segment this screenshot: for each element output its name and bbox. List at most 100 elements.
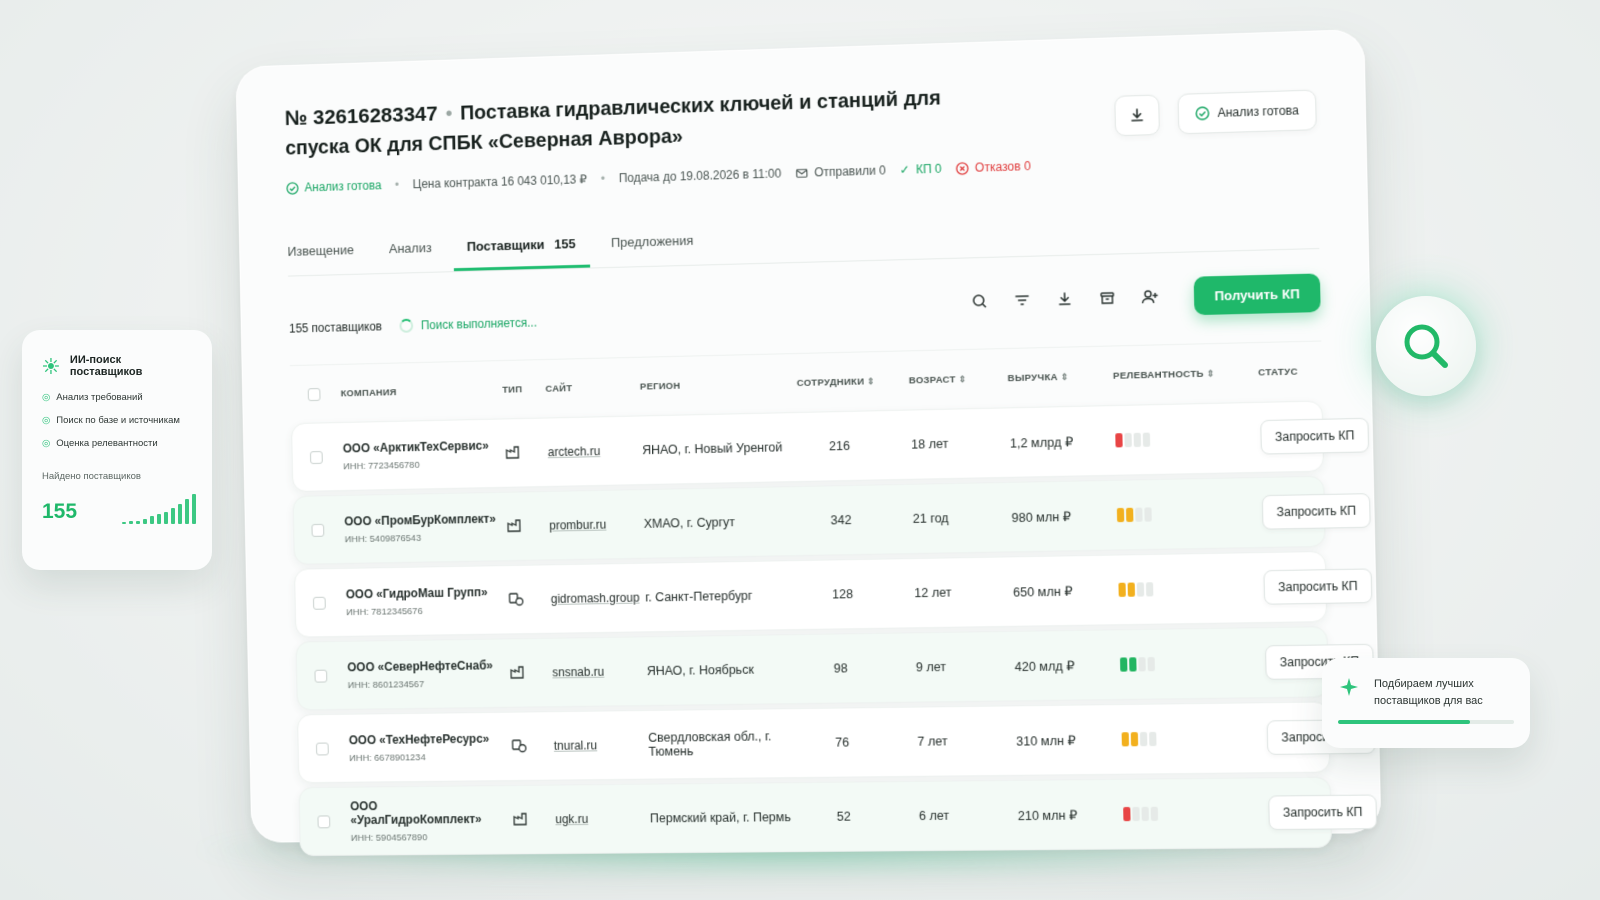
company-name: ООО «АрктикТехСервис» [343,438,505,455]
tab-analysis[interactable]: Анализ [389,240,432,273]
company-revenue: 210 млн ₽ [1018,807,1124,823]
company-age: 12 лет [914,585,1013,601]
magnifier-icon [1399,319,1453,373]
relevance-segment [1132,807,1139,821]
company-region: Свердловская обл., г. Тюмень [648,729,805,759]
col-employees[interactable]: СОТРУДНИКИ [797,375,909,389]
relevance-indicator [1123,806,1269,822]
tab-notice[interactable]: Извещение [287,242,354,275]
table-row[interactable]: ООО «ПромБурКомплект» ИНН: 5409876543 prom… [293,476,1326,565]
table-row[interactable]: ООО «УралГидроКомплект» ИНН: 5904567890 ug… [299,777,1333,856]
relevance-segment [1131,732,1138,746]
company-revenue: 310 млн ₽ [1016,732,1122,748]
step-requirements: Анализ требований [56,392,142,403]
relevance-segment [1148,657,1155,671]
row-checkbox[interactable] [311,523,324,536]
spinner-icon [399,319,413,333]
table-row[interactable]: ООО «СеверНефтеСнаб» ИНН: 8601234567 snsna… [296,626,1329,710]
table-row[interactable]: ООО «ГидроМаш Групп» ИНН: 7812345676 gidro… [294,551,1327,638]
company-name: ООО «ТехНефтеРесурс» [349,731,511,747]
search-status: Поиск выполняется... [421,316,537,333]
relevance-segment [1134,433,1141,447]
factory-icon [509,663,553,682]
company-age: 21 год [913,510,1012,526]
relevance-segment [1149,732,1156,746]
company-site-link[interactable]: tnural.ru [554,738,649,753]
add-user-icon[interactable] [1139,286,1162,309]
relevance-indicator [1120,655,1265,671]
mail-icon [795,166,808,179]
company-region: ЯНАО, г. Новый Уренгой [642,440,799,457]
ai-search-card: ИИ-поиск поставщиков ◎ Анализ требований … [22,330,212,570]
company-employees: 342 [800,512,912,528]
search-icon[interactable] [968,290,991,313]
col-age[interactable]: ВОЗРАСТ [909,373,1008,386]
company-name: ООО «ПромБурКомплект» [344,511,506,528]
tab-offers[interactable]: Предложения [611,233,694,267]
get-kp-button[interactable]: Получить КП [1194,273,1321,315]
tab-suppliers[interactable]: Поставщики 155 [453,236,590,271]
request-kp-button[interactable]: Запросить КП [1263,568,1372,604]
relevance-indicator [1117,505,1262,522]
company-employees: 128 [802,586,914,602]
analysis-ready-button[interactable]: Анализ готова [1177,90,1317,135]
relevance-segment [1123,807,1130,821]
request-kp-button[interactable]: Запросить КП [1262,493,1371,530]
company-inn: ИНН: 8601234567 [348,677,510,690]
col-relevance[interactable]: РЕЛЕВАНТНОСТЬ [1113,367,1258,381]
company-region: ХМАО, г. Сургут [644,514,801,531]
submission-deadline: Подача до 19.08.2026 в 11:00 [619,166,782,185]
matching-progress [1338,720,1514,724]
factory-icon [504,443,548,463]
analysis-status: Анализ готова [304,178,381,194]
service-icon [507,590,551,610]
col-company: КОМПАНИЯ [341,384,503,399]
matching-line-2: поставщиков для вас [1374,693,1483,710]
col-revenue[interactable]: ВЫРУЧКА [1007,370,1113,384]
service-icon [511,736,555,755]
checkmark-icon: ✓ [900,163,910,177]
company-site-link[interactable]: prombur.ru [549,517,644,533]
relevance-indicator [1122,731,1268,747]
row-checkbox[interactable] [317,815,330,828]
relevance-segment [1128,583,1135,597]
row-checkbox[interactable] [313,596,326,609]
company-cell: ООО «УралГидроКомплект» ИНН: 5904567890 [350,797,513,843]
row-checkbox[interactable] [314,669,327,682]
check-circle-icon: ◎ [42,415,50,426]
archive-icon[interactable] [1096,287,1119,310]
request-kp-button[interactable]: Запросить КП [1268,794,1377,830]
select-all-checkbox[interactable] [308,388,321,401]
company-revenue: 650 млн ₽ [1013,582,1119,599]
suppliers-table: КОМПАНИЯ ТИП САЙТ РЕГИОН СОТРУДНИКИ ВОЗР… [290,340,1332,856]
company-site-link[interactable]: gidromash.group [551,591,646,606]
relevance-segment [1135,508,1142,522]
company-age: 18 лет [911,436,1010,452]
toolbar: 155 поставщиков Поиск выполняется... Пол… [288,273,1320,337]
company-inn: ИНН: 6678901234 [349,751,511,764]
company-employees: 98 [804,660,916,676]
download-button[interactable] [1114,94,1160,136]
col-type: ТИП [502,383,545,395]
filter-icon[interactable] [1011,289,1034,312]
company-region: г. Санкт-Петербург [645,588,802,605]
found-label: Найдено поставщиков [42,471,196,482]
check-circle-icon: ◎ [42,392,50,403]
download-icon [1128,107,1145,124]
relevance-segment [1129,657,1136,671]
company-region: ЯНАО, г. Ноябрьск [647,662,804,678]
company-site-link[interactable]: arctech.ru [548,443,643,459]
company-inn: ИНН: 5904567890 [351,831,513,843]
col-site: САЙТ [545,381,640,394]
relevance-indicator [1115,430,1260,447]
relevance-segment [1151,807,1158,821]
row-checkbox[interactable] [310,451,323,464]
request-kp-button[interactable]: Запросить КП [1260,418,1369,455]
company-site-link[interactable]: ugk.ru [555,811,650,826]
row-checkbox[interactable] [316,742,329,755]
ai-sparkle-icon [42,357,60,375]
export-icon[interactable] [1053,288,1076,311]
company-site-link[interactable]: snsnab.ru [552,664,647,679]
table-row[interactable]: ООО «ТехНефтеРесурс» ИНН: 6678901234 tnura… [297,701,1330,783]
check-circle-icon: ◎ [42,438,50,449]
